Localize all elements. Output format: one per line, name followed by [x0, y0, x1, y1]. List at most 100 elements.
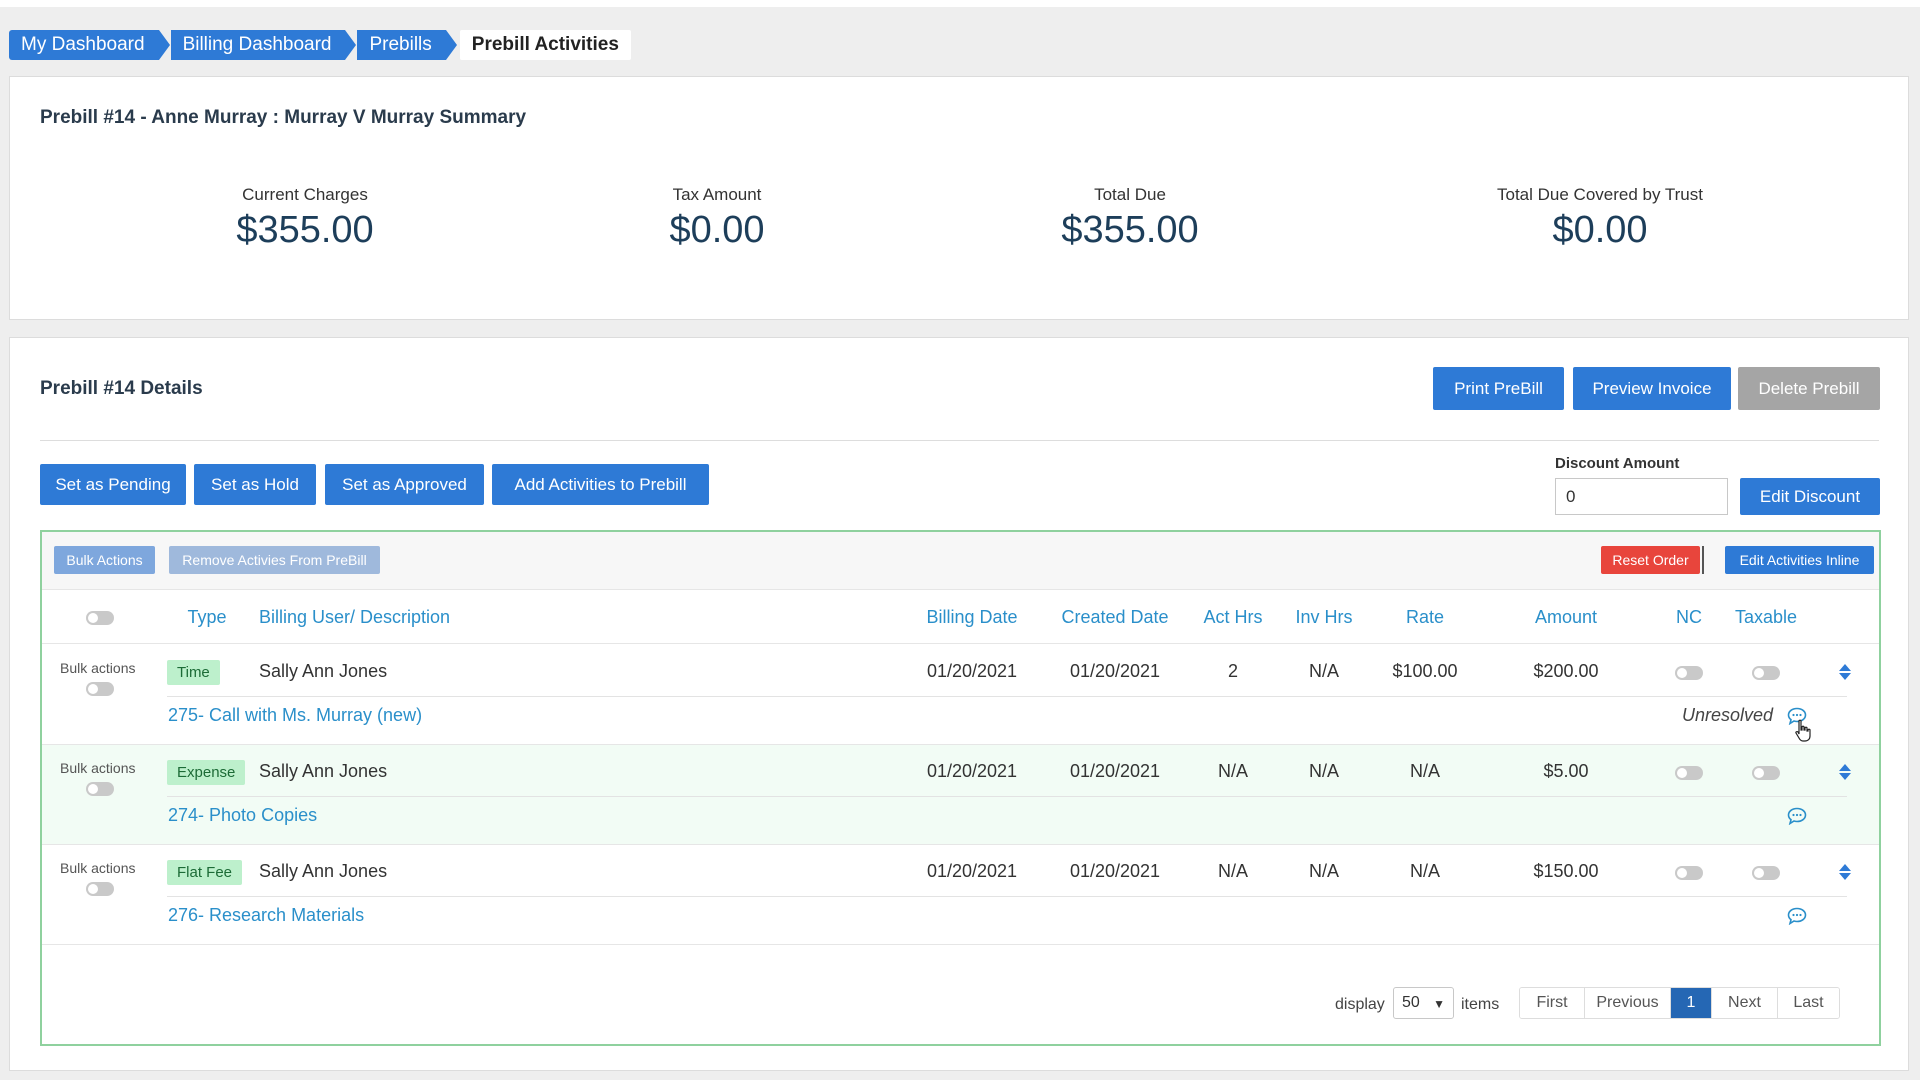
created-date: 01/20/2021 [1069, 761, 1161, 781]
metric-total-due: Total Due $355.00 [1020, 185, 1240, 252]
chevron-down-icon: ▼ [1433, 997, 1445, 1011]
edit-discount-button[interactable]: Edit Discount [1740, 478, 1880, 515]
discount-label: Discount Amount [1555, 455, 1680, 472]
metric-value: $0.00 [1552, 209, 1648, 251]
bulk-actions-label: Bulk actions [60, 760, 136, 776]
taxable-toggle[interactable] [1752, 666, 1780, 680]
type-badge: Flat Fee [167, 860, 243, 885]
sort-arrows-icon[interactable] [1838, 863, 1852, 881]
page-current[interactable]: 1 [1671, 988, 1712, 1018]
comment-icon[interactable] [1787, 807, 1807, 825]
set-as-pending-button[interactable]: Set as Pending [40, 464, 186, 505]
act-hrs: 2 [1227, 661, 1239, 681]
delete-prebill-button[interactable]: Delete Prebill [1738, 367, 1880, 410]
summary-panel: Prebill #14 - Anne Murray : Murray V Mur… [9, 76, 1909, 320]
rate: N/A [1409, 761, 1441, 781]
header-rate[interactable]: Rate [1406, 607, 1444, 628]
header-type[interactable]: Type [187, 607, 226, 628]
display-label: display [1335, 996, 1385, 1013]
bulk-actions-label: Bulk actions [60, 660, 136, 676]
status-text: Unresolved [1682, 705, 1774, 725]
select-all-toggle[interactable] [86, 611, 114, 625]
table-toolbar: Bulk Actions Remove Activies From PreBil… [42, 532, 1879, 590]
activity-description-link[interactable]: 276- Research Materials [168, 905, 364, 926]
metric-total-due-trust: Total Due Covered by Trust $0.00 [1450, 185, 1750, 252]
discount-amount-input[interactable] [1555, 478, 1728, 515]
hand-pointer-icon [1795, 719, 1811, 742]
pagination: First Previous 1 Next Last [1519, 987, 1840, 1019]
divider [40, 440, 1879, 441]
billing-user: Sally Ann Jones [259, 861, 388, 881]
row-select-toggle[interactable] [86, 882, 114, 896]
nc-toggle[interactable] [1675, 766, 1703, 780]
metric-label: Current Charges [242, 185, 368, 204]
nc-toggle[interactable] [1675, 666, 1703, 680]
breadcrumb-prebills[interactable]: Prebills [357, 30, 458, 60]
header-billing-date[interactable]: Billing Date [926, 607, 1017, 628]
page-last[interactable]: Last [1778, 988, 1839, 1018]
table-header: Type Billing User/ Description Billing D… [42, 591, 1879, 644]
header-inv-hrs[interactable]: Inv Hrs [1295, 607, 1352, 628]
comment-icon[interactable] [1787, 907, 1807, 925]
type-badge: Time [167, 660, 220, 685]
amount: $200.00 [1533, 661, 1599, 681]
row-select-toggle[interactable] [86, 682, 114, 696]
page-next[interactable]: Next [1712, 988, 1778, 1018]
breadcrumb-billing-dashboard[interactable]: Billing Dashboard [170, 30, 357, 60]
details-panel: Prebill #14 Details Print PreBill Previe… [9, 337, 1909, 1071]
page-previous[interactable]: Previous [1585, 988, 1671, 1018]
row-divider [167, 796, 1847, 797]
sort-arrows-icon[interactable] [1838, 763, 1852, 781]
set-as-hold-button[interactable]: Set as Hold [194, 464, 316, 505]
created-date: 01/20/2021 [1069, 861, 1161, 881]
remove-activities-button[interactable]: Remove Activies From PreBill [169, 546, 380, 574]
header-amount[interactable]: Amount [1535, 607, 1597, 628]
bulk-actions-button[interactable]: Bulk Actions [54, 546, 155, 574]
metric-value: $355.00 [236, 209, 374, 251]
act-hrs: N/A [1217, 761, 1249, 781]
inv-hrs: N/A [1308, 761, 1340, 781]
billing-user: Sally Ann Jones [259, 661, 388, 681]
act-hrs: N/A [1217, 861, 1249, 881]
type-badge: Expense [167, 760, 246, 785]
taxable-toggle[interactable] [1752, 766, 1780, 780]
edit-activities-inline-button[interactable]: Edit Activities Inline [1725, 546, 1874, 574]
header-taxable[interactable]: Taxable [1735, 607, 1797, 628]
reset-order-button[interactable]: Reset Order [1601, 546, 1700, 574]
metric-value: $355.00 [1061, 209, 1199, 251]
inv-hrs: N/A [1308, 861, 1340, 881]
activities-table: Bulk Actions Remove Activies From PreBil… [40, 530, 1881, 1046]
breadcrumb-my-dashboard[interactable]: My Dashboard [9, 30, 170, 60]
metric-value: $0.00 [669, 209, 765, 251]
per-page-select[interactable]: 50 ▼ [1393, 987, 1454, 1019]
print-prebill-button[interactable]: Print PreBill [1433, 367, 1564, 410]
taxable-toggle[interactable] [1752, 866, 1780, 880]
preview-invoice-button[interactable]: Preview Invoice [1573, 367, 1731, 410]
details-title: Prebill #14 Details [40, 378, 203, 399]
metric-label: Total Due Covered by Trust [1497, 185, 1703, 204]
add-activities-button[interactable]: Add Activities to Prebill [492, 464, 709, 505]
nc-toggle[interactable] [1675, 866, 1703, 880]
billing-date: 01/20/2021 [926, 861, 1018, 881]
breadcrumb: My Dashboard Billing Dashboard Prebills … [9, 30, 643, 60]
table-row: Bulk actions Time Sally Ann Jones 01/20/… [42, 645, 1879, 745]
summary-title: Prebill #14 - Anne Murray : Murray V Mur… [40, 107, 527, 128]
metric-tax-amount: Tax Amount $0.00 [607, 185, 827, 252]
activity-description-link[interactable]: 275- Call with Ms. Murray (new) [168, 705, 422, 726]
set-as-approved-button[interactable]: Set as Approved [325, 464, 484, 505]
row-select-toggle[interactable] [86, 782, 114, 796]
activity-description-link[interactable]: 274- Photo Copies [168, 805, 317, 826]
rate: $100.00 [1392, 661, 1458, 681]
header-act-hrs[interactable]: Act Hrs [1203, 607, 1262, 628]
header-created-date[interactable]: Created Date [1061, 607, 1168, 628]
rate: N/A [1409, 861, 1441, 881]
amount: $150.00 [1533, 861, 1599, 881]
breadcrumb-prebill-activities: Prebill Activities [459, 30, 631, 60]
metric-label: Total Due [1094, 185, 1166, 204]
header-nc[interactable]: NC [1676, 607, 1702, 628]
top-strip [0, 0, 1920, 7]
sort-arrows-icon[interactable] [1838, 663, 1852, 681]
bulk-actions-label: Bulk actions [60, 860, 136, 876]
page-first[interactable]: First [1520, 988, 1585, 1018]
header-billing-user[interactable]: Billing User/ Description [259, 607, 450, 628]
